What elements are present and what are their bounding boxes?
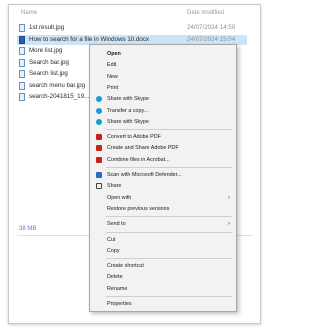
pdf-icon — [96, 134, 102, 141]
image-file-icon — [19, 47, 25, 55]
menu-item[interactable]: Convert to Adobe PDF — [90, 132, 236, 142]
menu-item-label: Cut — [107, 236, 116, 243]
image-file-icon — [19, 70, 25, 78]
menu-item[interactable]: New — [90, 72, 236, 82]
file-date: 24/07/2024 14:50 — [187, 24, 236, 31]
menu-item[interactable]: Open with › — [90, 193, 236, 203]
menu-item[interactable]: Print — [90, 83, 236, 93]
word-file-icon — [19, 35, 25, 44]
image-file-icon — [19, 81, 25, 90]
image-file-icon — [19, 93, 25, 101]
image-file-icon — [19, 24, 25, 32]
chevron-right-icon: › — [228, 221, 230, 228]
column-header-name[interactable]: Name — [21, 10, 37, 16]
file-date: 24/07/2024 15:04 — [187, 35, 236, 43]
menu-separator — [106, 167, 232, 168]
file-row[interactable]: How to search for a file in Windows 10.d… — [17, 34, 247, 45]
menu-item-label: Convert to Adobe PDF — [107, 134, 161, 141]
menu-separator — [106, 258, 232, 260]
file-row[interactable]: 1st result.jpg 24/07/2024 14:50 — [17, 23, 247, 33]
defender-icon — [96, 172, 102, 178]
menu-item-label: New — [107, 73, 118, 80]
menu-item-label: Open — [107, 51, 121, 57]
menu-item-label: Transfer a copy... — [107, 107, 149, 114]
column-header-date[interactable]: Date modified — [187, 10, 224, 16]
menu-item-label: Delete — [107, 274, 123, 281]
skype-icon — [96, 118, 102, 125]
menu-item[interactable]: Create and Share Adobe PDF — [90, 143, 236, 153]
menu-item[interactable]: Open — [90, 49, 236, 59]
share-icon — [96, 183, 102, 190]
menu-item-label: Create shortcut — [107, 263, 144, 270]
menu-item[interactable]: Send to › — [90, 219, 236, 229]
chevron-right-icon: › — [228, 194, 230, 201]
menu-item[interactable]: Share — [90, 181, 236, 191]
menu-item-label: Edit — [107, 62, 117, 69]
explorer-window: Name Date modified 1st result.jpg 24/07/2… — [8, 4, 261, 324]
menu-item-label: Share — [107, 183, 122, 190]
pdf-icon — [96, 145, 102, 152]
menu-item[interactable]: Share with Skype — [90, 117, 236, 127]
status-size: 38 MB — [19, 226, 37, 232]
menu-item[interactable]: Transfer a copy... — [90, 106, 236, 116]
menu-item[interactable]: Properties — [90, 299, 236, 309]
menu-item-label: Share with Skype — [107, 118, 149, 125]
file-name: More list.jpg — [29, 47, 63, 54]
menu-item-label: Create and Share Adobe PDF — [107, 145, 179, 152]
skype-icon — [96, 107, 102, 114]
menu-item[interactable]: Combine files in Acrobat... — [90, 155, 236, 165]
menu-separator — [106, 216, 232, 218]
file-name: 1st result.jpg — [29, 24, 65, 31]
menu-separator — [106, 231, 232, 233]
menu-separator — [106, 129, 232, 131]
menu-item-label: Combine files in Acrobat... — [107, 156, 170, 163]
context-menu: Open Edit New Print Share with Skype Transfer… — [89, 44, 237, 312]
menu-item[interactable]: Restore previous versions — [90, 204, 236, 214]
menu-item-label: Restore previous versions — [107, 205, 170, 212]
menu-item-label: Print — [107, 84, 119, 91]
skype-icon — [96, 96, 102, 103]
pdf-icon — [96, 156, 102, 163]
image-file-icon — [19, 58, 25, 67]
menu-item-label: Rename — [107, 285, 128, 292]
menu-item-label: Copy — [107, 247, 120, 254]
menu-item[interactable]: Rename — [90, 284, 236, 294]
menu-separator — [106, 296, 232, 297]
menu-item-label: Open with — [107, 194, 132, 201]
menu-item[interactable]: Scan with Microsoft Defender... — [90, 170, 236, 180]
menu-item[interactable]: Cut — [90, 235, 236, 245]
menu-item-label: Share with Skype — [107, 96, 149, 103]
menu-item[interactable]: Delete — [90, 272, 236, 282]
menu-item[interactable]: Copy — [90, 246, 236, 256]
file-name: How to search for a file in Windows 10.d… — [29, 35, 150, 43]
menu-item-label: Send to — [107, 221, 126, 228]
file-name: Search list.jpg — [29, 70, 68, 77]
menu-item[interactable]: Edit — [90, 60, 236, 70]
file-name: search menu bar.jpg — [29, 81, 86, 89]
menu-item[interactable]: Create shortcut — [90, 261, 236, 271]
file-name: Search bar.jpg — [29, 58, 69, 66]
file-name: search-2041815_19... — [29, 93, 90, 100]
menu-item[interactable]: Share with Skype — [90, 94, 236, 104]
menu-item-label: Scan with Microsoft Defender... — [107, 172, 182, 178]
menu-item-label: Properties — [107, 301, 132, 307]
